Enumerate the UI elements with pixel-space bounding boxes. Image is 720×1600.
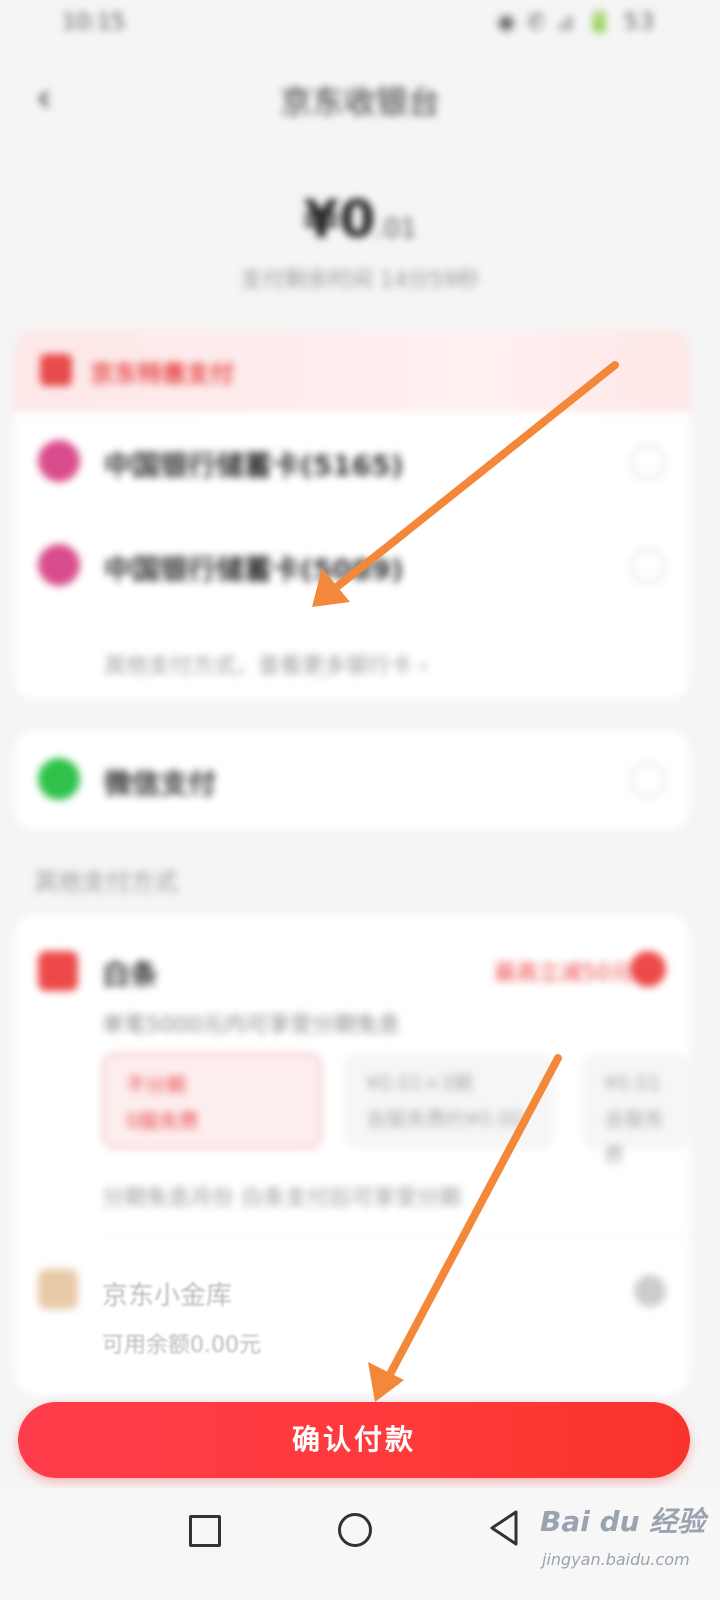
promo-label: 京东特惠支付: [90, 360, 234, 388]
payment-amount: ¥0.01: [0, 190, 720, 250]
watermark-logo: Bai du 经验: [540, 1505, 706, 1538]
vault-row[interactable]: 京东小金库 可用余额0.00元: [14, 915, 690, 1395]
status-time: 10:15: [62, 10, 126, 35]
watermark-url: jingyan.baidu.com: [542, 1550, 690, 1569]
amount-decimal: .01: [375, 214, 417, 244]
gift-icon: [40, 354, 72, 386]
recent-apps-icon[interactable]: [189, 1515, 221, 1547]
wechat-label: 微信支付: [104, 767, 217, 800]
radio-button[interactable]: [630, 444, 666, 480]
back-triangle-icon[interactable]: [488, 1508, 520, 1548]
pay-option-bank-1[interactable]: 中国银行储蓄卡(5165): [14, 418, 690, 508]
pay-option-label: 中国银行储蓄卡(5089): [104, 553, 404, 586]
section-label: 其他支付方式: [34, 868, 178, 896]
vault-balance: 可用余额0.00元: [102, 1333, 261, 1358]
amount-value: ¥0: [303, 190, 376, 250]
pay-option-bank-2[interactable]: 中国银行储蓄卡(5089): [14, 522, 690, 612]
home-icon[interactable]: [338, 1513, 372, 1547]
status-icons: ◉ ✆ ⊿ 🔋 53: [496, 10, 656, 35]
payment-countdown: 支付剩余时间 14分59秒: [240, 268, 480, 293]
watermark: Bai du 经验 jingyan.baidu.com: [540, 1500, 710, 1590]
bank-icon: [38, 544, 80, 586]
wechat-icon: [38, 758, 80, 800]
vault-label: 京东小金库: [102, 1281, 233, 1311]
pay-option-label: 中国银行储蓄卡(5165): [104, 449, 404, 482]
promo-banner: 京东特惠支付: [14, 330, 690, 412]
bank-card-panel: 京东特惠支付 中国银行储蓄卡(5165) 中国银行储蓄卡(5089) 其他支付方…: [14, 330, 690, 700]
header: ‹ 京东收银台: [0, 55, 720, 140]
radio-button[interactable]: [630, 762, 666, 798]
status-bar: 10:15 ◉ ✆ ⊿ 🔋 53: [0, 0, 720, 50]
wechat-pay-card[interactable]: 微信支付: [14, 730, 690, 830]
page-title: 京东收银台: [279, 83, 440, 121]
pay-option-wechat[interactable]: 微信支付: [14, 736, 690, 826]
confirm-payment-button[interactable]: 确认付款: [18, 1402, 690, 1478]
more-cards-link[interactable]: 其他支付方式，查看更多银行卡 ›: [104, 648, 428, 680]
bank-icon: [38, 440, 80, 482]
radio-button[interactable]: [630, 548, 666, 584]
